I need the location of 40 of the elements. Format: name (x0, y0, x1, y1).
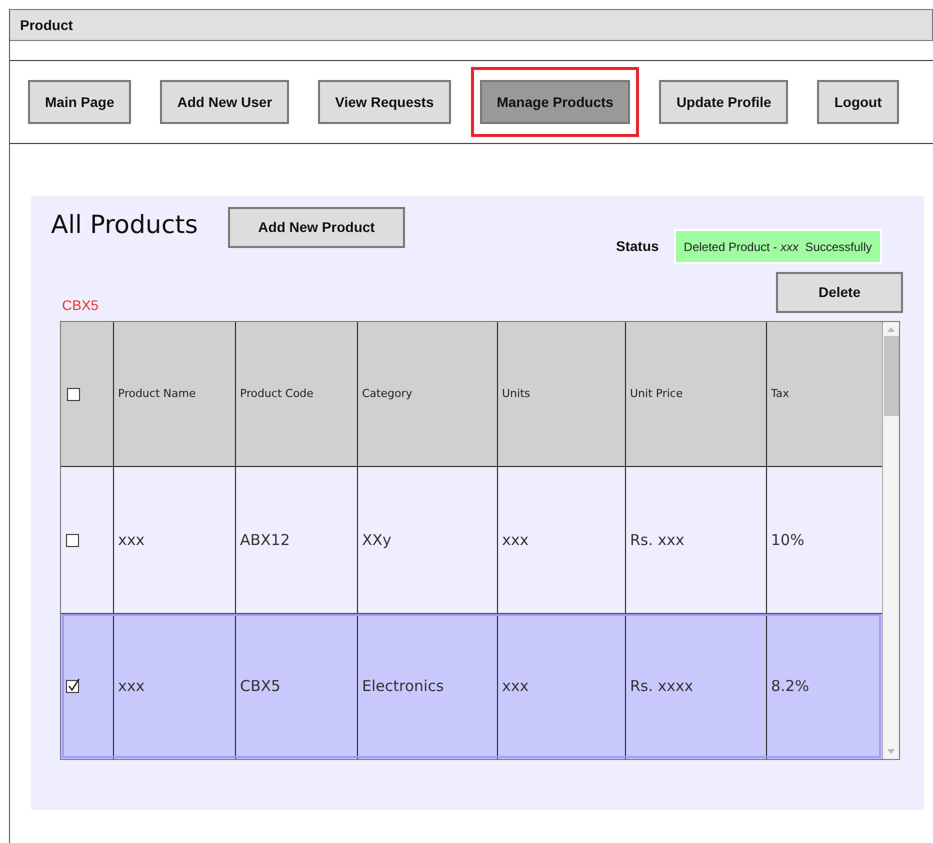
column-header: Unit Price (626, 322, 767, 466)
scroll-thumb[interactable] (884, 336, 898, 416)
checkbox[interactable] (67, 388, 80, 400)
table-cell-text: Rs. xxx (630, 530, 684, 551)
table-cell-text: 10% (771, 530, 804, 551)
table-cell-text: xxx (118, 676, 145, 698)
checkbox[interactable] (66, 534, 79, 546)
panel-title: All Products (51, 209, 199, 241)
scroll-up-icon[interactable] (886, 325, 896, 333)
window-title: Product (20, 16, 73, 34)
nav-button[interactable]: Manage Products (480, 80, 630, 124)
column-header: Category (358, 322, 498, 466)
column-header: Product Code (236, 322, 358, 466)
delete-button[interactable]: Delete (776, 272, 903, 313)
nav-button[interactable]: Add New User (160, 80, 290, 124)
scroll-down-icon[interactable] (886, 748, 896, 756)
table-row[interactable]: xxx CBX5 Electronics xxx Rs. xxxx 8.2% (61, 613, 882, 759)
table-cell-text: CBX5 (240, 676, 281, 698)
status-message: Deleted Product - xxx Successfully (674, 229, 882, 264)
table-cell-text: xxx (502, 676, 529, 698)
nav-button[interactable]: View Requests (318, 80, 451, 124)
checkbox[interactable] (66, 680, 79, 693)
table-cell-text: Electronics (362, 676, 444, 698)
column-header: Units (498, 322, 626, 466)
nav-button[interactable]: Update Profile (659, 80, 788, 124)
table-cell-text: xxx (118, 530, 145, 551)
selected-code: CBX5 (62, 296, 99, 315)
check-icon (68, 678, 80, 692)
table-cell-text: ABX12 (240, 530, 290, 551)
column-header: Tax (770, 386, 790, 402)
add-product-button[interactable]: Add New Product (228, 207, 405, 248)
table-cell-text: Rs. xxxx (630, 676, 694, 698)
table-cell-text: xxx (502, 530, 529, 551)
nav-button[interactable]: Logout (817, 80, 899, 124)
scrollbar[interactable] (882, 322, 899, 759)
status-label: Status (616, 237, 659, 256)
nav-button[interactable]: Main Page (28, 80, 132, 124)
table-cell-text: 8.2% (771, 676, 810, 698)
table-cell-text: XXy (362, 530, 392, 551)
column-header: Product Name (114, 322, 236, 466)
